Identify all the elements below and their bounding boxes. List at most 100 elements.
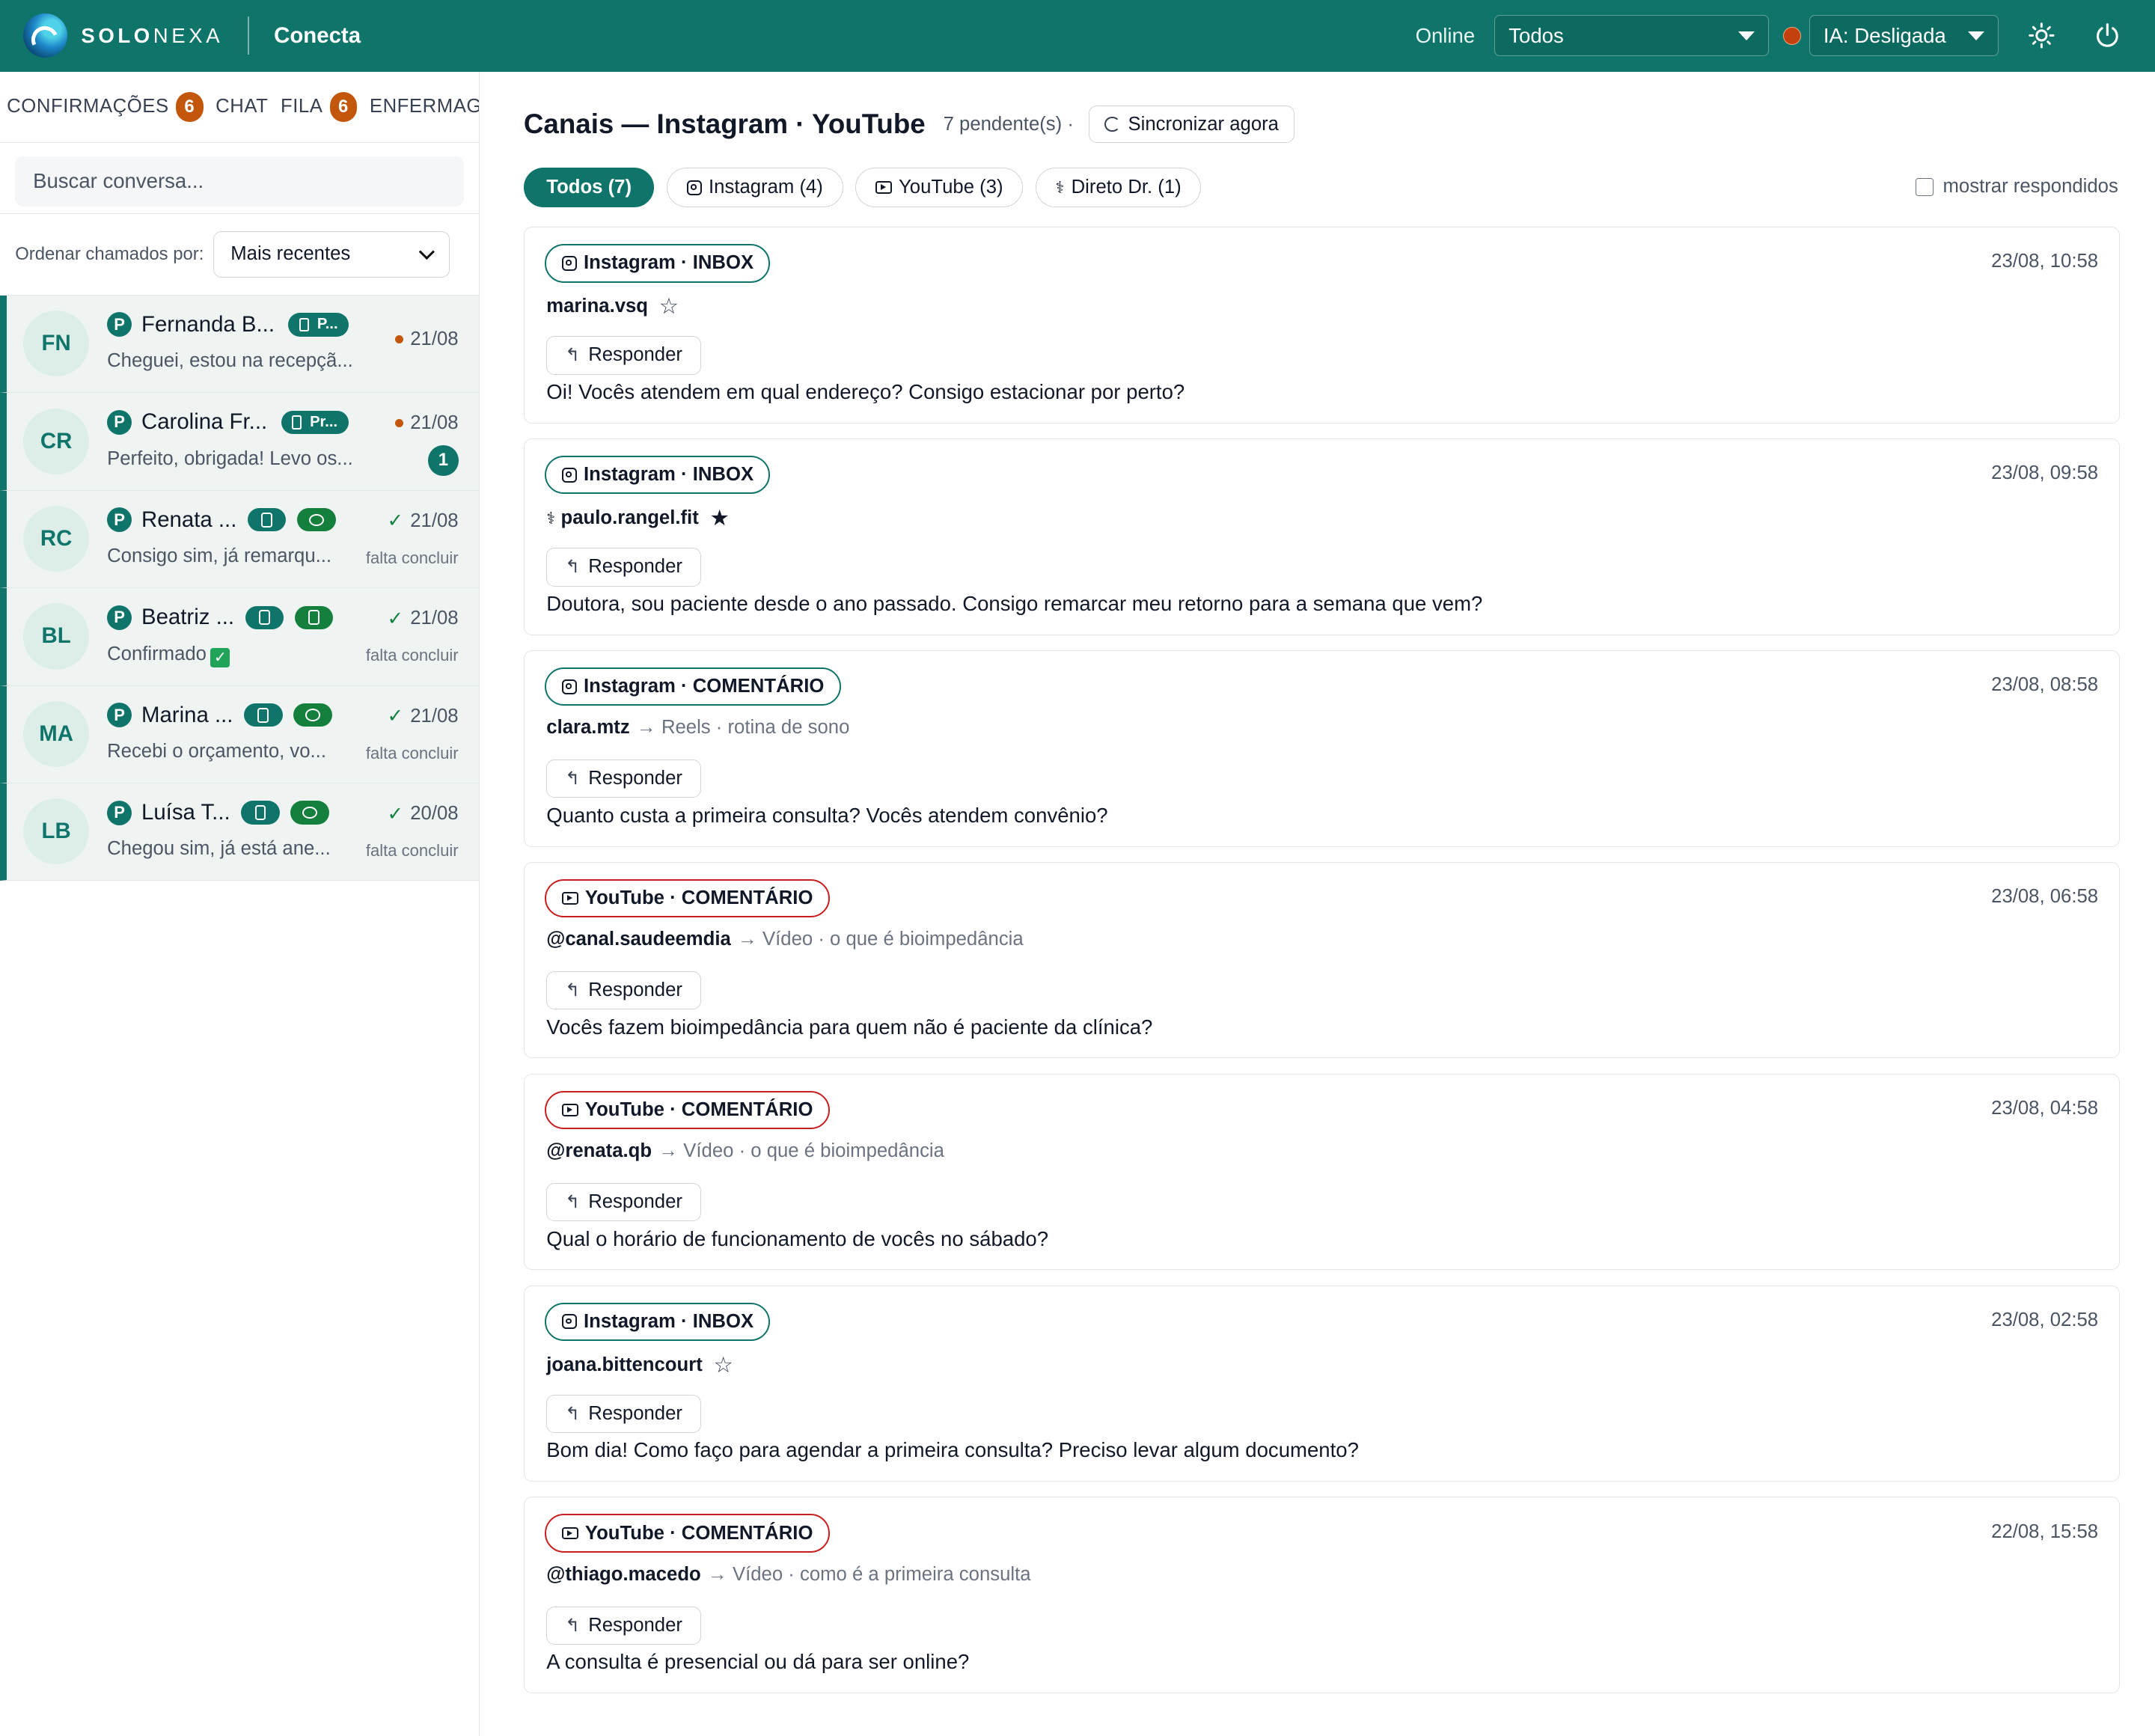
date-text: 21/08 [410, 510, 459, 531]
author-handle[interactable]: marina.vsq [546, 296, 648, 317]
power-icon [2096, 23, 2118, 48]
reply-label: Responder [588, 1191, 682, 1212]
message-preview-text: Confirmado [107, 643, 207, 664]
instagram-icon [686, 180, 702, 195]
message-preview: Chegou sim, já está ane... [107, 838, 331, 860]
phone-icon [292, 415, 302, 430]
filter-all[interactable]: Todos (7) [523, 168, 655, 208]
tab-fila[interactable]: FILA 6 [281, 91, 358, 122]
filter-label: Todos (7) [546, 177, 632, 198]
reply-label: Responder [588, 1402, 682, 1424]
author-handle[interactable]: clara.mtz [546, 717, 629, 739]
reply-button[interactable]: ↰ Responder [546, 759, 701, 798]
author-handle[interactable]: @renata.qb [546, 1140, 652, 1162]
conversation-name-row: P Renata ... [107, 507, 336, 533]
filter-direct-doctor[interactable]: ⚕ Direto Dr. (1) [1035, 168, 1202, 208]
ai-status-dot [1782, 26, 1801, 45]
phone-channel-tag [244, 703, 283, 727]
check-icon: ✓ [387, 706, 404, 727]
reply-label: Responder [588, 1614, 682, 1636]
topbar-controls: Online Todos IA: Desligada [1416, 0, 2155, 72]
author-handle[interactable]: paulo.rangel.fit [561, 507, 699, 529]
sort-select[interactable]: Mais recentes [213, 230, 450, 278]
post-context[interactable]: Reels · rotina de sono [661, 717, 849, 739]
channel-label: Instagram · INBOX [584, 252, 754, 274]
caret-down-icon [1737, 31, 1755, 40]
message-card: Instagram · INBOX 23/08, 02:58 joana.bit… [523, 1285, 2120, 1482]
author-handle[interactable]: @canal.saudeemdia [546, 929, 731, 950]
tab-enfermagem[interactable]: ENFERMAGE [370, 96, 479, 117]
star-outline-icon[interactable]: ☆ [713, 1352, 733, 1378]
sync-now-button[interactable]: Sincronizar agora [1089, 106, 1295, 144]
message-card: Instagram · COMENTÁRIO 23/08, 08:58 clar… [523, 650, 2120, 847]
channel-tag-label: P... [317, 316, 338, 333]
instagram-icon [561, 467, 577, 483]
conversation-item[interactable]: BL P Beatriz ... Confirmado ✓ ✓ 21/08 falt… [0, 588, 480, 686]
avatar: FN [23, 311, 90, 377]
search-placeholder: Buscar conversa... [33, 169, 204, 193]
message-time: 23/08, 04:58 [1991, 1097, 2099, 1119]
channel-badge: Instagram · INBOX [545, 1302, 771, 1341]
patient-badge-icon: P [107, 605, 132, 630]
reply-button[interactable]: ↰ Responder [546, 1182, 701, 1222]
reply-button[interactable]: ↰ Responder [546, 336, 701, 375]
youtube-icon [875, 181, 892, 194]
show-answered-checkbox[interactable] [1915, 177, 1934, 196]
message-text: A consulta é presencial ou dá para ser o… [546, 1650, 970, 1674]
star-filled-icon[interactable]: ★ [709, 505, 729, 531]
reply-button[interactable]: ↰ Responder [546, 1606, 701, 1645]
reply-button[interactable]: ↰ Responder [546, 548, 701, 587]
queue-filter-select[interactable]: Todos [1494, 15, 1770, 57]
conversation-name-row: P Fernanda B... P... [107, 312, 349, 337]
stethoscope-icon: ⚕ [546, 508, 556, 528]
phone-channel-tag [241, 801, 280, 825]
ai-mode-select[interactable]: IA: Desligada [1809, 15, 1999, 57]
conversation-name-row: P Beatriz ... [107, 605, 334, 630]
conversation-name-row: P Carolina Fr... Pr... [107, 409, 349, 435]
chat-bubble-icon [305, 709, 321, 721]
reply-button[interactable]: ↰ Responder [546, 971, 701, 1010]
message-card: Instagram · INBOX 23/08, 10:58 marina.vs… [523, 227, 2120, 424]
message-time: 23/08, 06:58 [1991, 885, 2099, 907]
logout-button[interactable] [2088, 16, 2126, 55]
post-context[interactable]: Vídeo · o que é bioimpedância [683, 1140, 944, 1162]
author-handle[interactable]: @thiago.macedo [546, 1564, 700, 1586]
conversation-item[interactable]: RC P Renata ... Consigo sim, já remarqu.… [0, 490, 480, 589]
author-handle[interactable]: joana.bittencourt [546, 1354, 703, 1376]
phone-icon [259, 610, 270, 626]
conversation-item[interactable]: FN P Fernanda B... P... Cheguei, estou n… [0, 295, 480, 394]
tab-chat[interactable]: CHAT [216, 96, 268, 117]
conversation-item[interactable]: MA P Marina ... Recebi o orçamento, vo..… [0, 685, 480, 784]
post-context[interactable]: Vídeo · como é a primeira consulta [733, 1564, 1031, 1586]
contact-name: Marina ... [141, 702, 233, 727]
patient-badge-icon: P [107, 312, 132, 337]
message-card: YouTube · COMENTÁRIO 23/08, 06:58 @canal… [523, 861, 2120, 1059]
show-answered-toggle[interactable]: mostrar respondidos [1915, 176, 2118, 198]
patient-badge-icon: P [107, 409, 132, 435]
conversation-name-row: P Marina ... [107, 703, 332, 728]
channel-label: Instagram · INBOX [584, 1310, 754, 1332]
brand-name-thin: NEXA [153, 23, 224, 47]
search-input[interactable]: Buscar conversa... [15, 156, 464, 207]
logo-mark-icon [23, 13, 67, 58]
message-text: Doutora, sou paciente desde o ano passad… [546, 591, 1483, 615]
brand-logo[interactable]: SOLONEXA [23, 13, 223, 58]
message-card-list: Instagram · INBOX 23/08, 10:58 marina.vs… [523, 227, 2120, 1708]
reply-label: Responder [588, 979, 682, 1001]
tab-confirmacoes[interactable]: CONFIRMAÇÕES 6 [7, 91, 204, 122]
conversation-item[interactable]: CR P Carolina Fr... Pr... Perfeito, obri… [0, 393, 480, 491]
theme-toggle-button[interactable] [2022, 16, 2060, 55]
star-outline-icon[interactable]: ☆ [659, 293, 679, 320]
filter-youtube[interactable]: YouTube (3) [855, 168, 1024, 208]
reply-label: Responder [588, 768, 682, 789]
phone-icon [257, 707, 269, 723]
reply-button[interactable]: ↰ Responder [546, 1394, 701, 1434]
phone-channel-tag [245, 605, 284, 629]
message-preview: Perfeito, obrigada! Levo os... [107, 447, 353, 469]
chevron-down-icon [419, 243, 435, 260]
post-context[interactable]: Vídeo · o que é bioimpedância [762, 929, 1024, 950]
message-text: Qual o horário de funcionamento de vocês… [546, 1226, 1049, 1250]
contact-name: Renata ... [141, 507, 237, 532]
conversation-item[interactable]: LB P Luísa T... Chegou sim, já está ane.… [0, 783, 480, 881]
filter-instagram[interactable]: Instagram (4) [666, 168, 843, 208]
